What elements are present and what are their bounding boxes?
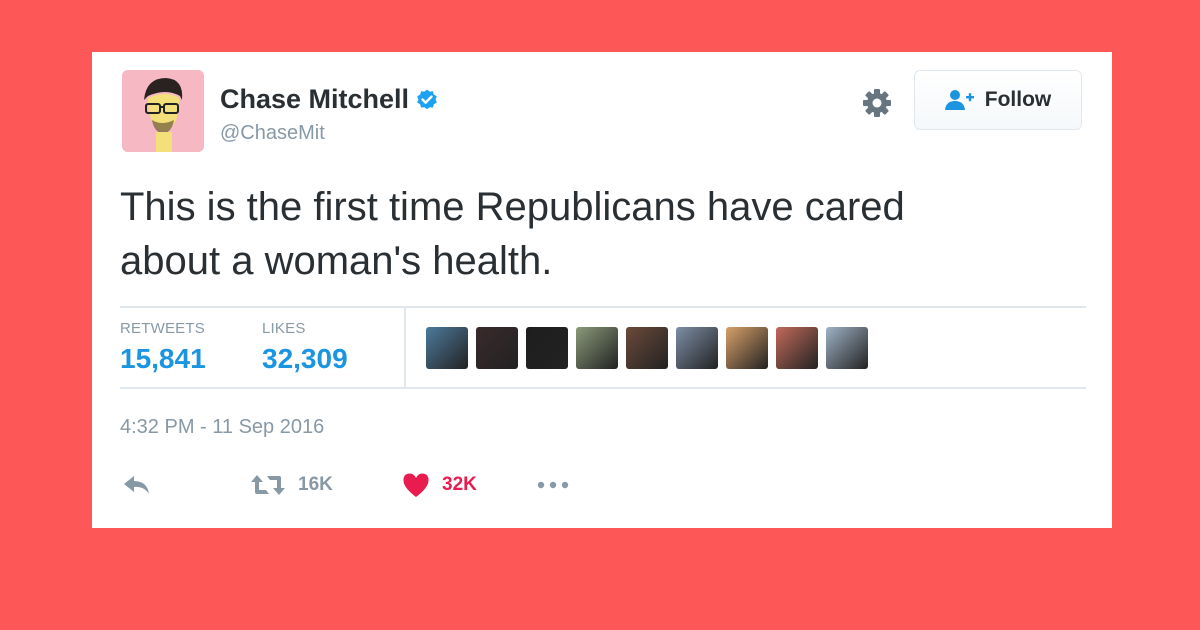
verified-badge-icon xyxy=(417,89,437,109)
more-button[interactable] xyxy=(536,470,570,500)
liker-avatar[interactable] xyxy=(476,327,518,369)
display-name[interactable]: Chase Mitchell xyxy=(220,84,409,115)
liker-avatar[interactable] xyxy=(626,327,668,369)
likes-stat[interactable]: LIKES 32,309 xyxy=(262,320,348,375)
divider xyxy=(120,306,1086,308)
heart-icon xyxy=(403,473,429,497)
likes-label: LIKES xyxy=(262,320,306,337)
user-handle[interactable]: @ChaseMit xyxy=(220,122,325,145)
reply-button[interactable] xyxy=(122,470,152,500)
tweet-timestamp[interactable]: 4:32 PM - 11 Sep 2016 xyxy=(120,416,324,439)
liker-avatar[interactable] xyxy=(426,327,468,369)
divider xyxy=(120,387,1086,389)
liker-avatar[interactable] xyxy=(776,327,818,369)
liker-avatar[interactable] xyxy=(576,327,618,369)
liker-avatars xyxy=(426,327,868,369)
liker-avatar[interactable] xyxy=(826,327,868,369)
retweet-icon xyxy=(251,475,285,495)
retweet-button[interactable]: 16K xyxy=(250,470,333,500)
tweet-card: Chase Mitchell @ChaseMit Follow This is … xyxy=(92,52,1112,528)
like-count: 32K xyxy=(442,474,477,495)
user-display-name-row[interactable]: Chase Mitchell xyxy=(220,84,439,115)
liker-avatar[interactable] xyxy=(676,327,718,369)
gear-icon[interactable] xyxy=(860,86,894,120)
follow-person-plus-icon xyxy=(944,90,974,110)
follow-button[interactable]: Follow xyxy=(914,70,1082,130)
likes-count[interactable]: 32,309 xyxy=(262,343,348,375)
retweets-count[interactable]: 15,841 xyxy=(120,343,206,375)
retweets-stat[interactable]: RETWEETS 15,841 xyxy=(120,320,206,375)
retweet-count: 16K xyxy=(298,474,333,495)
more-dots-icon xyxy=(537,481,569,489)
retweets-label: RETWEETS xyxy=(120,320,205,337)
follow-button-label: Follow xyxy=(984,88,1052,111)
liker-avatar[interactable] xyxy=(526,327,568,369)
reply-icon xyxy=(124,476,149,494)
tweet-text-line: This is the first time Republicans have … xyxy=(120,185,905,229)
liker-avatar[interactable] xyxy=(726,327,768,369)
tweet-text: This is the first time Republicans have … xyxy=(120,180,1080,288)
tweet-text-line: about a woman's health. xyxy=(120,239,553,283)
like-button[interactable]: 32K xyxy=(402,470,477,500)
avatar[interactable] xyxy=(122,70,204,152)
stats-divider xyxy=(404,308,406,388)
